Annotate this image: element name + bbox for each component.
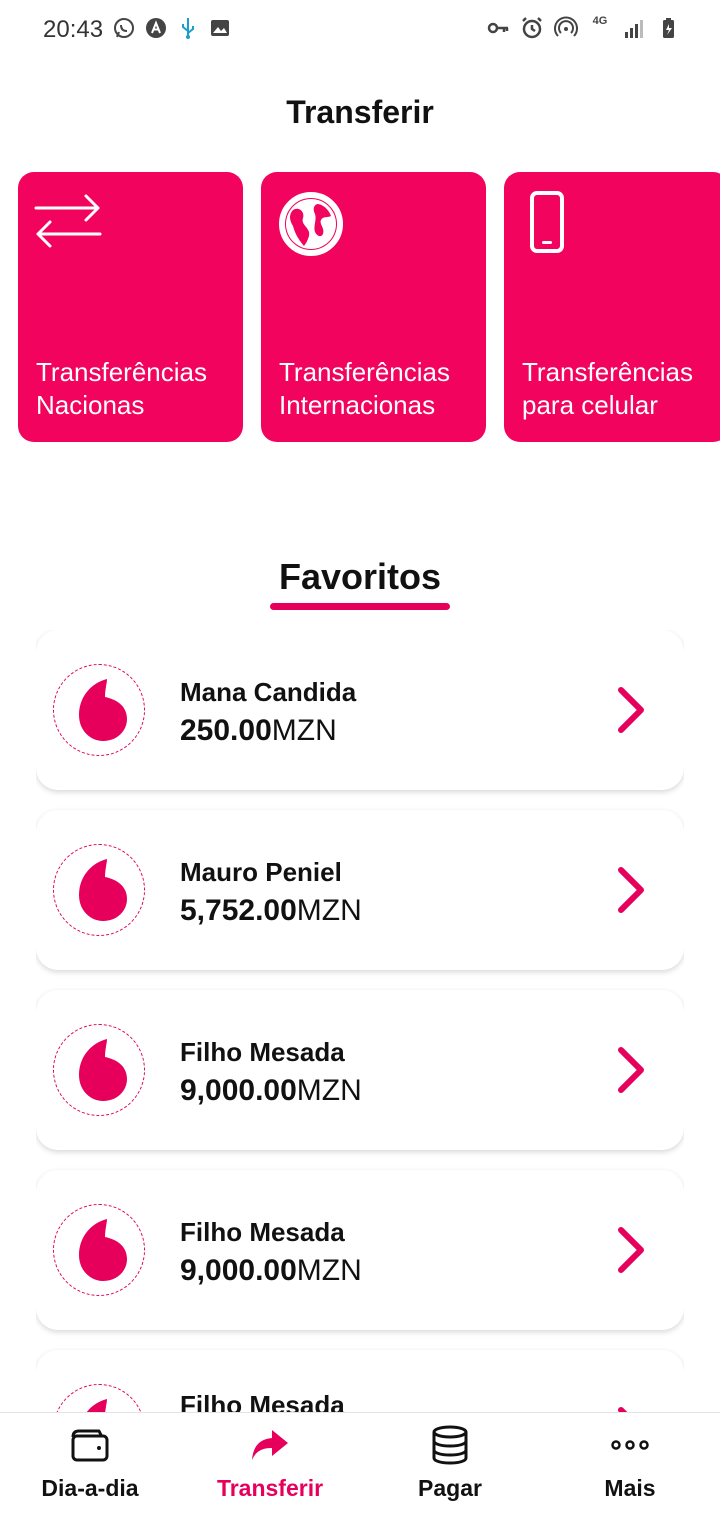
vodafone-logo-icon [53, 844, 145, 936]
favorite-amount: 9,000.00MZN [180, 1074, 362, 1107]
nav-label: Dia-a-dia [41, 1475, 139, 1501]
favorite-name: Filho Mesada [180, 1037, 345, 1067]
favorite-name: Filho Mesada [180, 1390, 345, 1412]
card-transferencias-celular[interactable]: Transferências para celular [504, 172, 720, 442]
favorite-amount: 9,000.00MZN [180, 1254, 362, 1287]
nav-mais[interactable]: Mais [540, 1413, 720, 1520]
nav-dia-a-dia[interactable]: Dia-a-dia [0, 1413, 180, 1520]
chevron-right-icon[interactable] [616, 866, 646, 914]
page-title: Transferir [286, 94, 434, 130]
globe-icon [279, 192, 343, 256]
card-label: Transferências Internacionas [279, 357, 450, 420]
card-transferencias-internacionais[interactable]: Transferências Internacionas [261, 172, 486, 442]
card-transferencias-nacionais[interactable]: Transferências Nacionas [18, 172, 243, 442]
bottom-nav: Dia-a-dia Transferir Pagar Mais [0, 1412, 720, 1520]
card-label: Transferências Nacionas [36, 357, 207, 420]
favorite-item[interactable]: Mana Candida 250.00MZN [36, 630, 684, 790]
favorites-title: Favoritos [278, 556, 442, 597]
favorite-amount: 5,752.00MZN [180, 894, 362, 927]
vodafone-logo-icon [53, 1204, 145, 1296]
wallet-icon [71, 1429, 109, 1462]
chevron-right-icon[interactable] [616, 686, 646, 734]
favorite-item[interactable]: Filho Mesada 9,000.00MZN [36, 1170, 684, 1330]
vodafone-logo-icon [53, 1024, 145, 1116]
share-arrow-icon [252, 1430, 288, 1460]
chevron-right-icon[interactable] [616, 1046, 646, 1094]
vodafone-logo-icon [53, 664, 145, 756]
usb-icon [182, 18, 194, 39]
nav-pagar[interactable]: Pagar [360, 1413, 540, 1520]
coins-icon [432, 1425, 468, 1465]
4g-icon: 4G [592, 15, 608, 27]
hotspot-icon [554, 16, 578, 37]
app-a-icon [146, 18, 166, 38]
nav-label: Mais [604, 1475, 656, 1501]
alarm-icon [522, 17, 542, 39]
transfer-arrows-icon [34, 194, 102, 248]
status-bar: 20:43 4G [0, 0, 720, 60]
favorite-name: Filho Mesada [180, 1217, 345, 1247]
nav-label: Transferir [216, 1475, 324, 1501]
card-label: Transferências para celular [522, 357, 693, 420]
status-time: 20:43 [43, 16, 104, 43]
key-icon [487, 22, 509, 34]
whatsapp-icon [114, 18, 134, 38]
vodafone-logo-icon [53, 1384, 145, 1412]
phone-icon [530, 191, 564, 253]
chevron-right-icon[interactable] [616, 1226, 646, 1274]
favorite-item[interactable]: Mauro Peniel 5,752.00MZN [36, 810, 684, 970]
image-icon [211, 20, 229, 36]
battery-icon [663, 18, 674, 38]
signal-icon [625, 20, 643, 38]
favorite-item[interactable]: Filho Mesada [36, 1350, 684, 1412]
transfer-cards: Transferências Nacionas Transferências I… [18, 172, 720, 442]
nav-label: Pagar [418, 1475, 482, 1501]
favorites-list: Mana Candida 250.00MZN Mauro Peniel 5,75… [36, 630, 684, 1412]
favorite-item[interactable]: Filho Mesada 9,000.00MZN [36, 990, 684, 1150]
more-dots-icon [611, 1440, 649, 1450]
favorites-underline [270, 603, 450, 610]
favorite-amount: 250.00MZN [180, 714, 337, 747]
favorite-name: Mana Candida [180, 677, 357, 707]
nav-transferir[interactable]: Transferir [180, 1413, 360, 1520]
favorite-name: Mauro Peniel [180, 857, 342, 887]
